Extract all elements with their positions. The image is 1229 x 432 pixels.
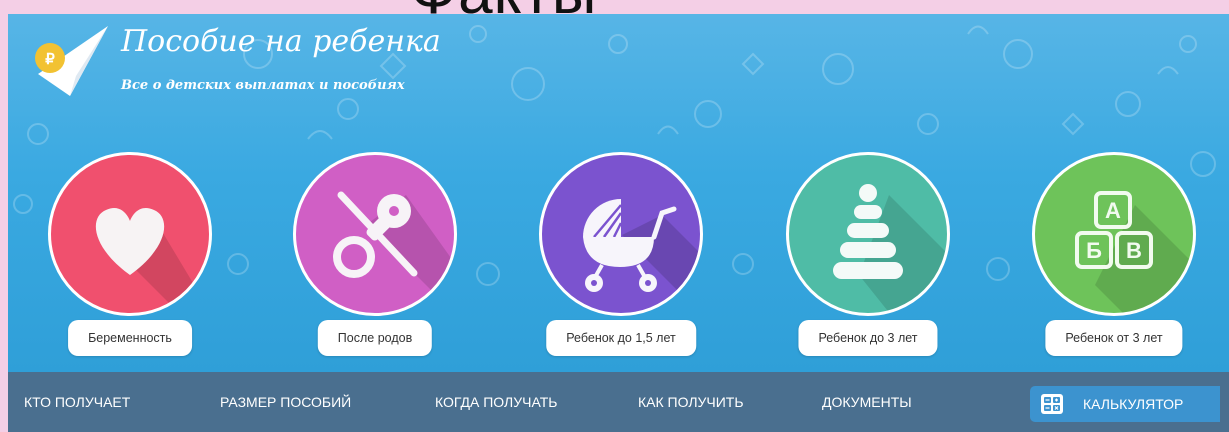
nav-item-when-to-receive[interactable]: КОГДА ПОЛУЧАТЬ [435, 372, 557, 432]
calculator-label: КАЛЬКУЛЯТОР [1083, 396, 1184, 412]
category-after-birth[interactable]: После родов [290, 152, 460, 356]
category-label[interactable]: Ребенок от 3 лет [1045, 320, 1183, 356]
category-label[interactable]: После родов [317, 320, 433, 356]
stroller-icon [583, 199, 700, 313]
block-letter: В [1126, 238, 1142, 263]
nav-item-how-to-receive[interactable]: КАК ПОЛУЧИТЬ [638, 372, 744, 432]
block-letter: А [1105, 198, 1121, 223]
category-circle[interactable] [539, 152, 703, 316]
category-child-1-5[interactable]: Ребенок до 1,5 лет [536, 152, 706, 356]
nav-item-documents[interactable]: ДОКУМЕНТЫ [822, 372, 912, 432]
site-subtitle: Все о детских выплатах и пособиях [121, 78, 405, 93]
category-child-3[interactable]: Ребенок до 3 лет [783, 152, 953, 356]
category-pregnancy[interactable]: Беременность [45, 152, 215, 356]
pyramid-toy-icon [833, 184, 947, 313]
calculator-icon [1041, 394, 1063, 414]
category-circle[interactable] [48, 152, 212, 316]
category-label[interactable]: Ребенок до 1,5 лет [546, 320, 696, 356]
block-letter: Б [1086, 238, 1102, 263]
category-circle[interactable]: А Б В [1032, 152, 1196, 316]
category-label[interactable]: Беременность [68, 320, 192, 356]
calculator-button[interactable]: КАЛЬКУЛЯТОР [1030, 386, 1220, 422]
site-title[interactable]: Пособие на ребенка [121, 24, 441, 59]
main-navigation: КТО ПОЛУЧАЕТ РАЗМЕР ПОСОБИЙ КОГДА ПОЛУЧА… [8, 372, 1229, 432]
svg-text:₽: ₽ [45, 51, 55, 68]
website-screenshot: ₽ Пособие на ребенка Все о детских выпла… [8, 14, 1229, 432]
nav-item-benefit-amount[interactable]: РАЗМЕР ПОСОБИЙ [220, 372, 351, 432]
nav-item-who-receives[interactable]: КТО ПОЛУЧАЕТ [24, 372, 130, 432]
overlay-heading: Факты [410, 0, 597, 24]
hero-banner: ₽ Пособие на ребенка Все о детских выпла… [8, 14, 1229, 372]
category-child-from-3[interactable]: А Б В Ребенок от 3 лет [1029, 152, 1199, 356]
category-label[interactable]: Ребенок до 3 лет [798, 320, 938, 356]
heart-icon [95, 208, 209, 313]
category-circle[interactable] [293, 152, 457, 316]
abc-blocks-icon: А Б В [1075, 191, 1193, 313]
paper-plane-logo-icon: ₽ [35, 26, 108, 96]
category-circle[interactable] [786, 152, 950, 316]
pacifier-icon [333, 191, 454, 313]
